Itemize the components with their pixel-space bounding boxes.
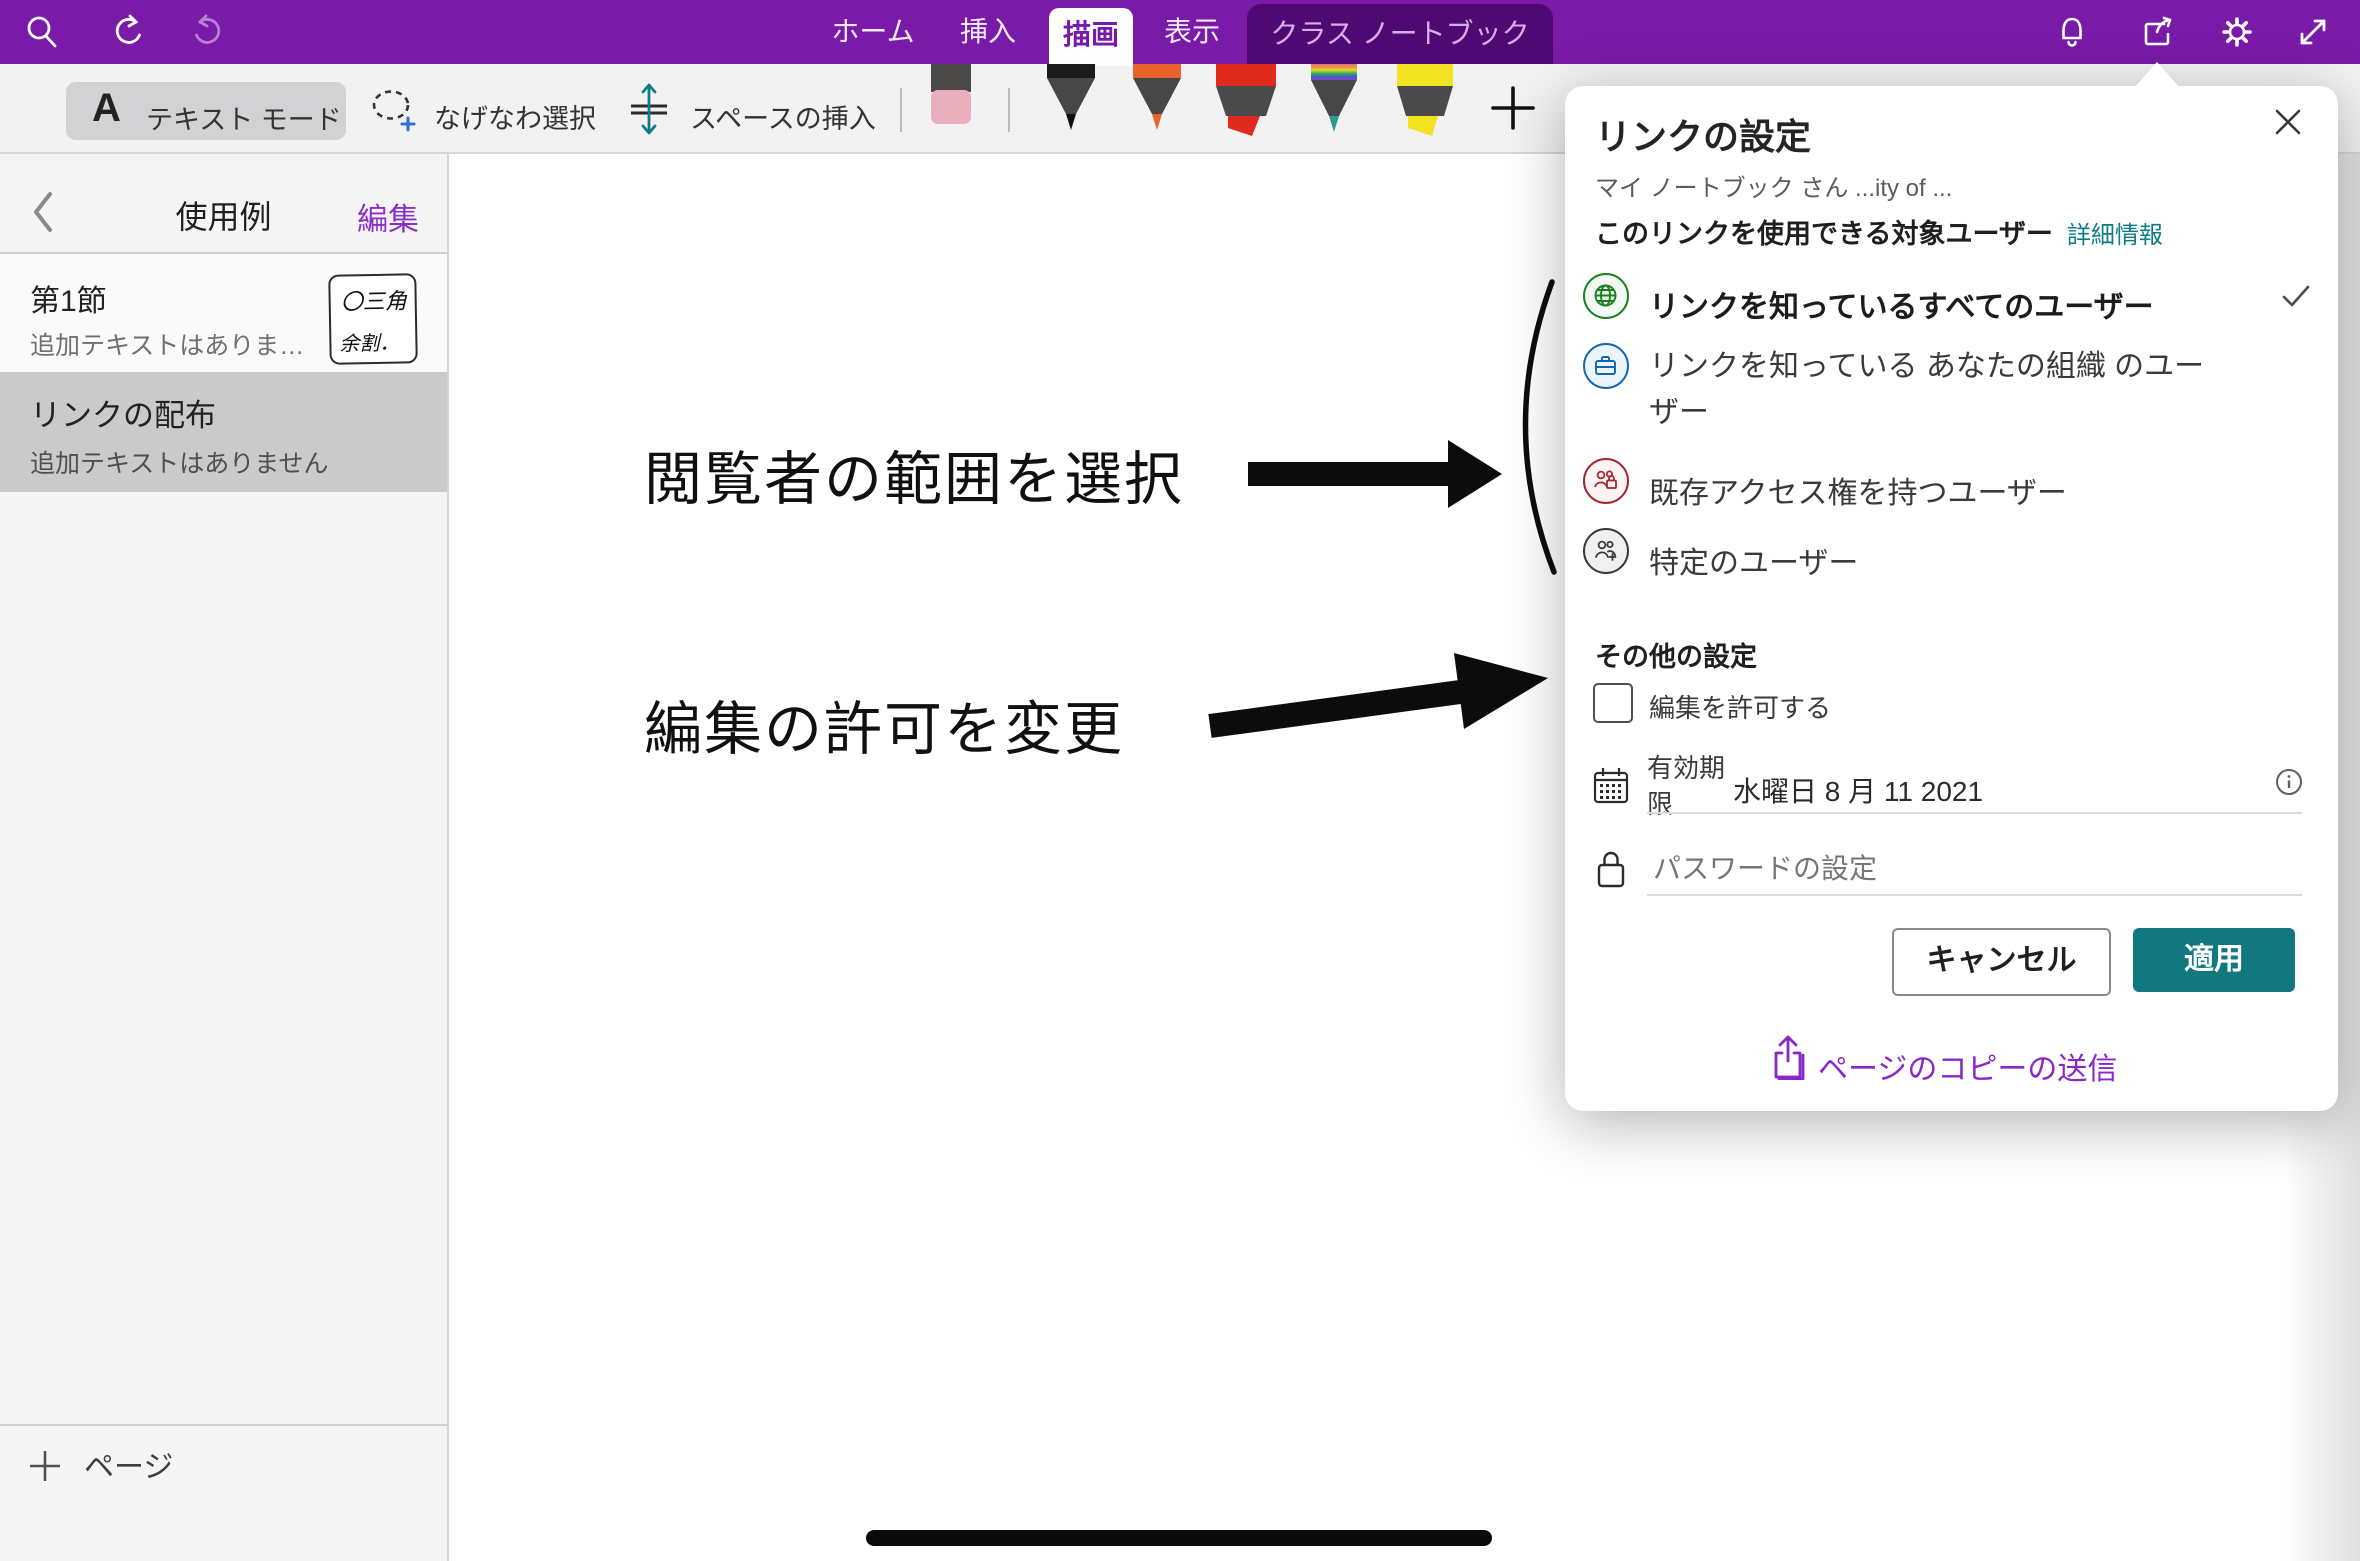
- home-indicator-bar[interactable]: [866, 1530, 1492, 1546]
- yellow-marker[interactable]: [1394, 64, 1456, 138]
- black-pen[interactable]: [1040, 64, 1102, 134]
- dialog-title: リンクの設定: [1595, 108, 1811, 160]
- lock-icon: [1595, 848, 1627, 890]
- page-subtitle: 追加テキストはありません: [30, 444, 329, 480]
- toolbar-divider: [1008, 88, 1010, 132]
- password-input[interactable]: [1651, 852, 2215, 886]
- page-list-sidebar: 使用例 編集 第1節 追加テキストはありま… 〇三角 余割． リンクの配布 追加…: [0, 152, 449, 1561]
- tab-home[interactable]: ホーム: [823, 0, 923, 64]
- field-underline: [1647, 894, 2302, 896]
- tab-draw-active[interactable]: 描画: [1049, 8, 1133, 66]
- page-title: 第1節: [30, 276, 107, 320]
- insert-space-icon[interactable]: [622, 82, 676, 136]
- allow-editing-label: 編集を許可する: [1649, 688, 1831, 725]
- lasso-select-icon[interactable]: [368, 84, 418, 134]
- handwriting-line: 〇三角: [340, 283, 407, 316]
- field-underline: [1647, 812, 2302, 814]
- page-title: リンクの配布: [30, 390, 216, 435]
- ink-annotation-edit-permission: 編集の許可を変更: [644, 682, 1124, 766]
- page-list-item-selected[interactable]: リンクの配布 追加テキストはありません: [0, 372, 447, 492]
- dialog-callout-pointer: [2127, 58, 2187, 88]
- settings-gear-icon[interactable]: [2217, 12, 2257, 52]
- notebook-subtitle: マイ ノートブック さん ...ity of ...: [1595, 168, 1952, 203]
- option-people-in-org[interactable]: リンクを知っている あなたの組織 のユーザー: [1649, 344, 2229, 436]
- send-copy-upload-icon: [1770, 1034, 1806, 1080]
- red-marker[interactable]: [1212, 64, 1280, 138]
- bell-icon[interactable]: [2052, 12, 2092, 52]
- add-pen-button[interactable]: [1491, 86, 1535, 130]
- close-icon[interactable]: [2270, 104, 2306, 140]
- divider: [0, 1424, 447, 1426]
- toolbar-divider: [900, 88, 902, 132]
- option-existing-access[interactable]: 既存アクセス権を持つユーザー: [1649, 468, 2067, 512]
- text-mode-label: テキスト モード: [146, 98, 342, 137]
- plus-icon: [30, 1451, 60, 1481]
- page-thumbnail: 〇三角 余割．: [328, 273, 418, 365]
- info-icon[interactable]: [2275, 768, 2303, 796]
- selected-check-icon: [2282, 284, 2310, 308]
- audience-heading: このリンクを使用できる対象ユーザー詳細情報: [1595, 212, 2163, 251]
- allow-editing-checkbox[interactable]: [1593, 683, 1633, 723]
- rainbow-pen[interactable]: [1306, 64, 1362, 136]
- link-settings-dialog: リンクの設定 マイ ノートブック さん ...ity of ... このリンクを…: [1565, 86, 2338, 1111]
- details-link[interactable]: 詳細情報: [2067, 222, 2163, 249]
- expand-icon[interactable]: [2293, 12, 2333, 52]
- handwriting-line: 余割．: [339, 327, 399, 357]
- send-copy-label: ページのコピーの送信: [1818, 1044, 2117, 1088]
- cancel-button[interactable]: キャンセル: [1892, 928, 2111, 996]
- top-app-bar: ホーム 挿入 描画 表示 クラス ノートブック: [0, 0, 2360, 64]
- calendar-icon: [1591, 766, 1631, 806]
- other-settings-heading: その他の設定: [1595, 635, 1757, 674]
- tab-class-notebook[interactable]: クラス ノートブック: [1247, 4, 1553, 64]
- tab-insert[interactable]: 挿入: [938, 0, 1038, 64]
- undo-icon[interactable]: [108, 12, 148, 52]
- search-icon[interactable]: [22, 12, 62, 52]
- people-add-icon: [1583, 528, 1629, 574]
- insert-space-label[interactable]: スペースの挿入: [690, 97, 876, 136]
- lasso-select-label[interactable]: なげなわ選択: [434, 97, 596, 136]
- onenote-app: ホーム 挿入 描画 表示 クラス ノートブック A テキスト モード なげなわ選…: [0, 0, 2360, 1561]
- text-mode-button[interactable]: A テキスト モード: [66, 82, 346, 140]
- page-list-item[interactable]: 第1節 追加テキストはありま… 〇三角 余割．: [0, 254, 447, 372]
- text-mode-a-icon: A: [92, 86, 121, 131]
- redo-icon[interactable]: [188, 12, 228, 52]
- orange-pen[interactable]: [1126, 64, 1188, 134]
- expiration-date-value[interactable]: 水曜日 8 月 11 2021: [1733, 770, 1983, 810]
- people-lock-icon: [1583, 458, 1629, 504]
- option-specific-people[interactable]: 特定のユーザー: [1649, 538, 1858, 582]
- briefcase-icon: [1583, 343, 1629, 389]
- apply-button[interactable]: 適用: [2133, 928, 2295, 992]
- page-subtitle: 追加テキストはありま…: [30, 326, 304, 362]
- edit-pages-button[interactable]: 編集: [357, 194, 419, 239]
- option-anyone-with-link[interactable]: リンクを知っているすべてのユーザー: [1649, 282, 2154, 326]
- add-page-label: ページ: [84, 1451, 173, 1484]
- globe-icon: [1583, 273, 1629, 319]
- tab-view[interactable]: 表示: [1142, 0, 1242, 64]
- add-page-button[interactable]: ページ: [30, 1442, 173, 1486]
- eraser-tool[interactable]: [929, 64, 973, 128]
- share-icon[interactable]: [2137, 12, 2177, 52]
- ink-annotation-viewer-scope: 閲覧者の範囲を選択: [644, 432, 1184, 516]
